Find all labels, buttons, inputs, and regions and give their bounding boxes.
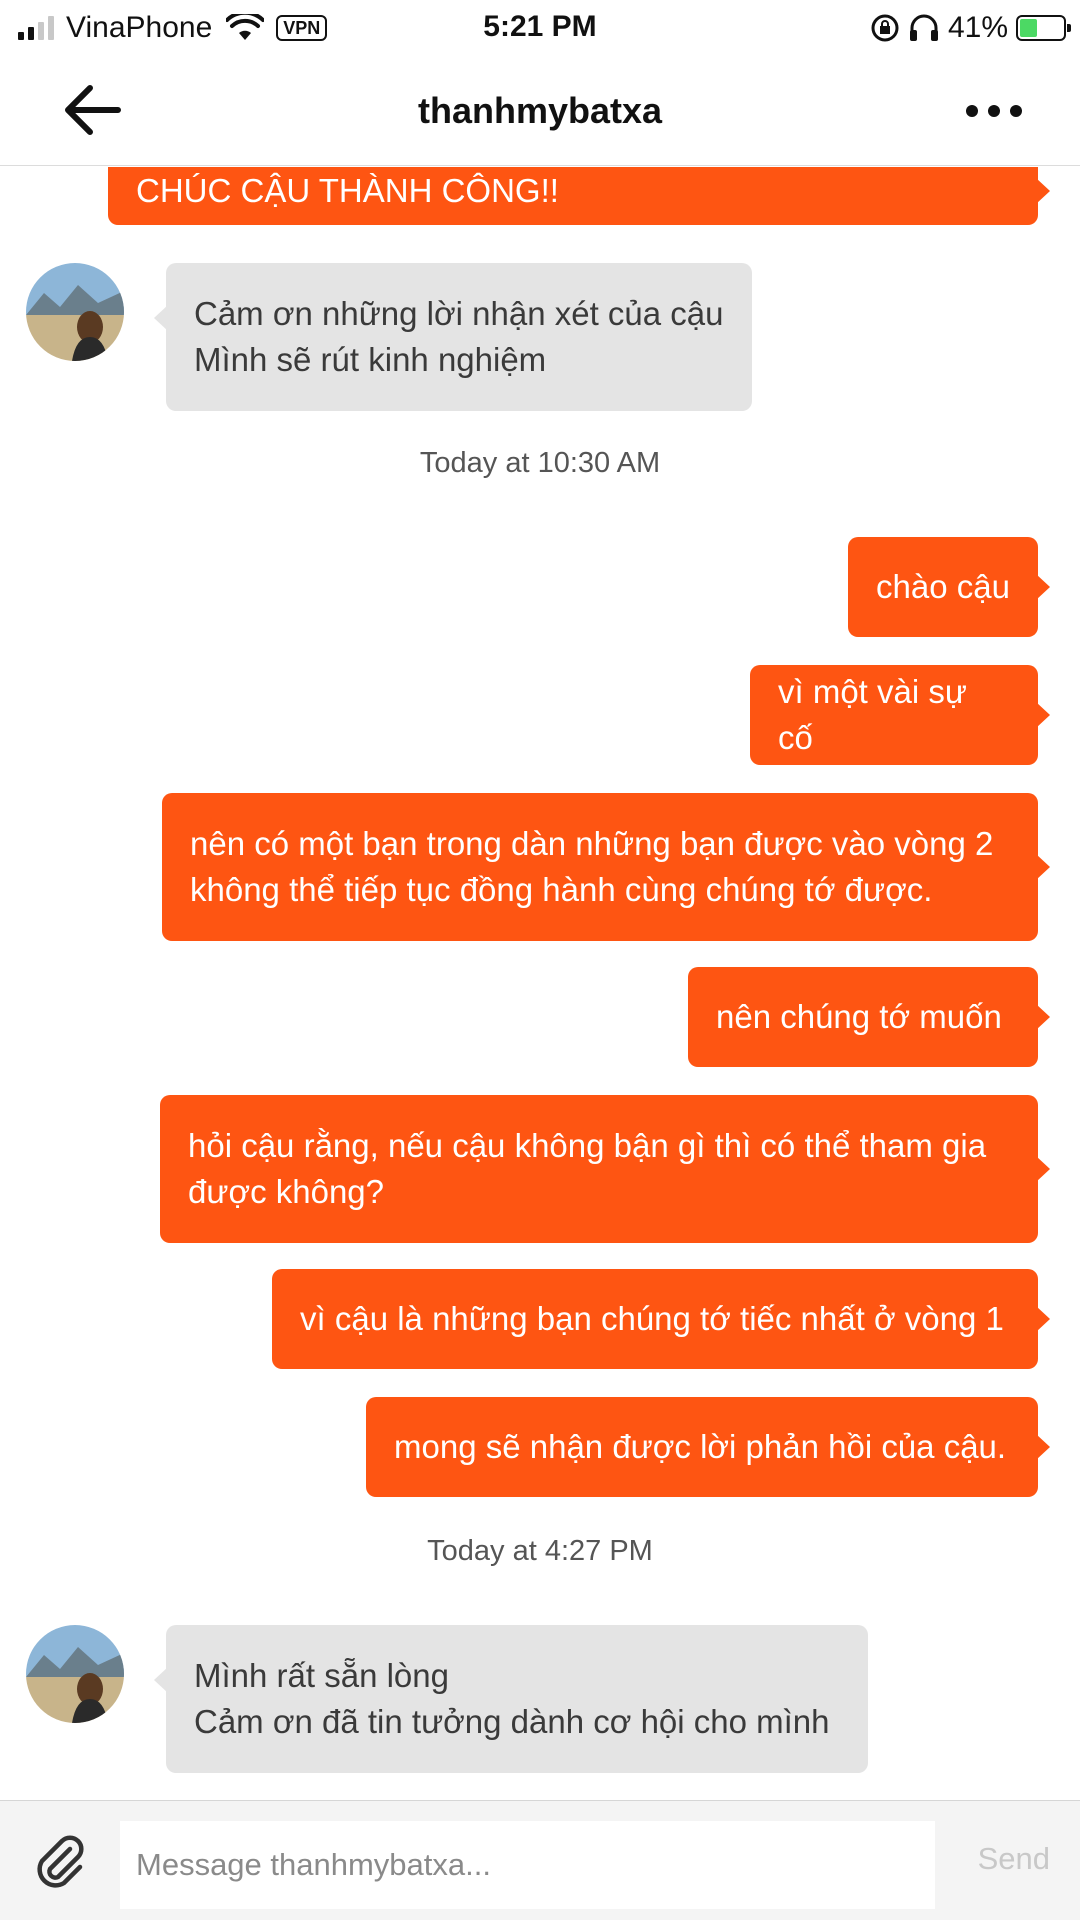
status-bar: VinaPhone VPN 5:21 PM 41% <box>0 0 1080 56</box>
message-bubble-outgoing[interactable]: nên chúng tớ muốn <box>688 967 1050 1067</box>
timestamp: Today at 4:27 PM <box>427 1535 653 1567</box>
more-dots-icon[interactable] <box>966 102 1022 120</box>
message-bubble-outgoing[interactable]: mong sẽ nhận được lời phản hồi của cậu. <box>366 1397 1050 1497</box>
battery-percent: 41% <box>947 11 1008 44</box>
timestamp: Today at 10:30 AM <box>419 447 661 479</box>
message-text: Cảm ơn những lời nhận xét của cậu <box>194 295 724 332</box>
message-text: được không? <box>188 1173 385 1210</box>
message-bubble-outgoing[interactable]: chào cậu <box>848 537 1050 637</box>
message-text: không thể tiếp tục đồng hành cùng chúng … <box>190 871 933 908</box>
paperclip-icon[interactable] <box>30 1831 90 1891</box>
battery-icon <box>1016 15 1071 41</box>
message-input[interactable] <box>120 1821 935 1909</box>
send-button[interactable]: Send <box>978 1841 1050 1877</box>
message-thread[interactable]: CHÚC CẬU THÀNH CÔNG!! Cảm ơn những lời n… <box>0 167 1080 1800</box>
message-bubble-incoming[interactable]: Mình rất sẵn lòng Cảm ơn đã tin tưởng dà… <box>154 1625 868 1773</box>
status-right: 41% <box>870 8 1071 48</box>
message-text: Mình sẽ rút kinh nghiệm <box>194 341 547 378</box>
message-text: Mình rất sẵn lòng <box>194 1657 449 1694</box>
message-text: nên có một bạn trong dàn những bạn được … <box>190 825 994 862</box>
avatar-image <box>26 263 124 361</box>
message-bubble-incoming[interactable]: Cảm ơn những lời nhận xét của cậu Mình s… <box>154 263 752 411</box>
message-bubble-outgoing[interactable]: vì cậu là những bạn chúng tớ tiếc nhất ở… <box>272 1269 1050 1369</box>
message-text: vì một vài sự cố <box>778 673 967 756</box>
headphones-icon <box>909 14 938 41</box>
rotation-lock-icon <box>871 14 899 42</box>
avatar-image <box>26 1625 124 1723</box>
avatar[interactable] <box>26 263 124 361</box>
message-composer: Send <box>0 1800 1080 1920</box>
message-text: nên chúng tớ muốn <box>716 998 1002 1035</box>
message-text: vì cậu là những bạn chúng tớ tiếc nhất ở… <box>300 1300 1004 1337</box>
chat-title[interactable]: thanhmybatxa <box>0 90 1080 132</box>
message-text: Cảm ơn đã tin tưởng dành cơ hội cho mình <box>194 1703 830 1740</box>
message-text: chào cậu <box>876 568 1010 605</box>
chat-header: thanhmybatxa <box>0 56 1080 166</box>
message-bubble-outgoing[interactable]: CHÚC CẬU THÀNH CÔNG!! <box>108 167 1050 225</box>
message-text: CHÚC CẬU THÀNH CÔNG!! <box>136 172 559 209</box>
message-bubble-outgoing[interactable]: hỏi cậu rằng, nếu cậu không bận gì thì c… <box>160 1095 1050 1243</box>
avatar[interactable] <box>26 1625 124 1723</box>
message-text: hỏi cậu rằng, nếu cậu không bận gì thì c… <box>188 1127 987 1164</box>
message-text: mong sẽ nhận được lời phản hồi của cậu. <box>394 1428 1007 1465</box>
message-bubble-outgoing[interactable]: nên có một bạn trong dàn những bạn được … <box>162 793 1050 941</box>
message-bubble-outgoing[interactable]: vì một vài sự cố <box>750 665 1050 765</box>
